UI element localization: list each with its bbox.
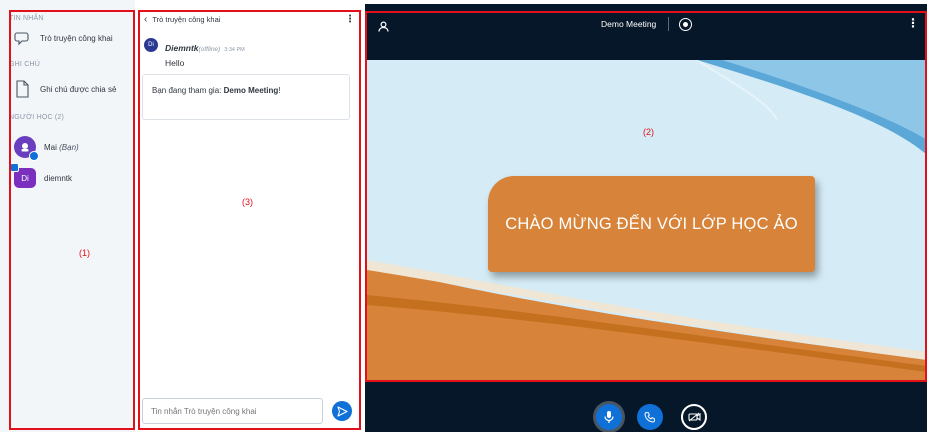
message-text: Hello bbox=[165, 58, 185, 68]
chat-message: Di Diemntk(offline) 3:34 PM Hello bbox=[144, 38, 245, 68]
meeting-controls bbox=[365, 396, 927, 432]
presenter-icon bbox=[10, 163, 19, 172]
slide-title-banner: CHÀO MỪNG ĐẾN VỚI LỚP HỌC ẢO bbox=[488, 176, 815, 272]
more-options-icon[interactable]: ⋮ bbox=[345, 14, 355, 25]
microphone-icon bbox=[604, 411, 614, 423]
user-list-toggle-icon[interactable] bbox=[378, 19, 389, 37]
meeting-header: Demo Meeting ⋮ bbox=[365, 4, 927, 48]
chat-header: ‹ Trò truyện công khai ⋮ bbox=[144, 14, 355, 25]
send-icon bbox=[336, 405, 348, 417]
user-list-item-diemntk[interactable]: Di diemntk bbox=[10, 163, 73, 188]
user-name: Mai (Bạn) bbox=[44, 142, 79, 152]
user-list-item-mai[interactable]: Mai (Bạn) bbox=[14, 136, 79, 161]
user-name: diemntk bbox=[44, 173, 73, 183]
sidebar-item-shared-notes[interactable]: Ghi chú được chia sẻ bbox=[14, 80, 117, 98]
messages-section-title: TIN NHẮN bbox=[9, 15, 44, 22]
share-camera-button[interactable] bbox=[681, 404, 707, 430]
leave-audio-button[interactable] bbox=[637, 404, 663, 430]
options-menu-icon[interactable]: ⋮ bbox=[907, 16, 919, 30]
voice-status-icon bbox=[29, 151, 39, 161]
region-label-3: (3) bbox=[242, 197, 253, 207]
message-author: Diemntk bbox=[165, 43, 199, 53]
avatar bbox=[14, 136, 39, 161]
phone-icon bbox=[644, 411, 656, 423]
public-chat-label: Trò truyện công khai bbox=[40, 33, 113, 43]
meeting-area: Demo Meeting ⋮ (2) CHÀO MỪNG ĐẾN VỚI LỚP… bbox=[365, 4, 927, 432]
chat-bubble-icon bbox=[14, 30, 30, 46]
header-divider bbox=[668, 17, 669, 31]
presentation-slide: (2) CHÀO MỪNG ĐẾN VỚI LỚP HỌC ẢO bbox=[367, 60, 927, 382]
welcome-message: Bạn đang tham gia: Demo Meeting! bbox=[142, 74, 350, 120]
avatar: Di bbox=[144, 38, 158, 52]
notes-section-title: GHI CHÚ bbox=[9, 61, 40, 68]
message-time: 3:34 PM bbox=[224, 47, 245, 53]
shared-notes-label: Ghi chú được chia sẻ bbox=[40, 84, 117, 94]
slide-title: CHÀO MỪNG ĐẾN VỚI LỚP HỌC ẢO bbox=[505, 214, 798, 233]
region-label-1: (1) bbox=[79, 248, 90, 258]
send-message-button[interactable] bbox=[332, 401, 352, 421]
microphone-button[interactable] bbox=[596, 404, 622, 430]
chat-message-input[interactable] bbox=[142, 398, 323, 424]
note-file-icon bbox=[14, 80, 30, 98]
offline-status: (offline) bbox=[198, 46, 221, 53]
recording-icon[interactable] bbox=[679, 18, 692, 31]
users-section-title: NGƯỜI HỌC (2) bbox=[9, 114, 65, 121]
chat-panel: ‹ Trò truyện công khai ⋮ Di Diemntk(offl… bbox=[138, 10, 361, 432]
sidebar-item-public-chat[interactable]: Trò truyện công khai bbox=[14, 30, 113, 46]
back-chevron-icon[interactable]: ‹ bbox=[144, 14, 147, 24]
region-label-2: (2) bbox=[643, 127, 654, 137]
camera-off-icon bbox=[687, 412, 701, 422]
avatar: Di bbox=[10, 163, 36, 188]
moderator-icon bbox=[21, 143, 29, 152]
sidebar-panel: TIN NHẮN Trò truyện công khai GHI CHÚ Gh… bbox=[0, 0, 135, 432]
chat-title: Trò truyện công khai bbox=[152, 15, 221, 24]
meeting-title: Demo Meeting bbox=[601, 19, 657, 29]
